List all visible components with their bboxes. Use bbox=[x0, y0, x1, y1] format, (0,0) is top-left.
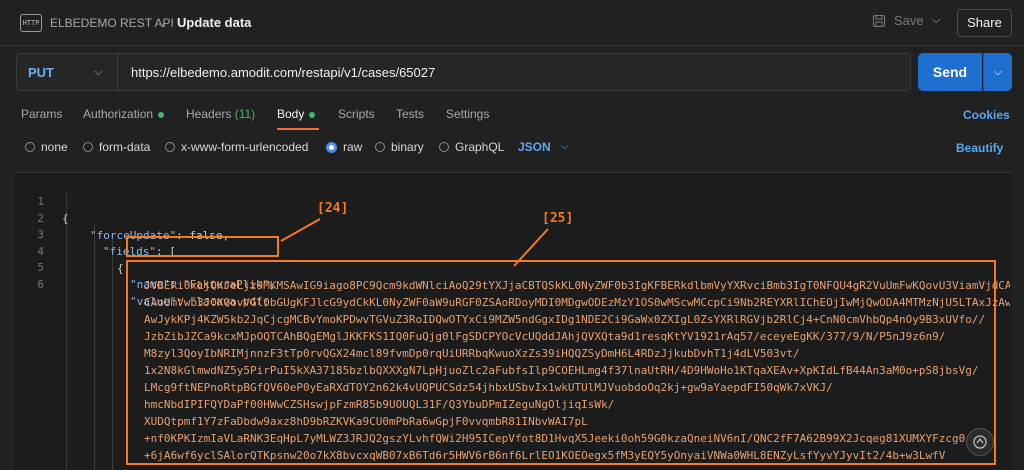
ai-assistant-button[interactable] bbox=[966, 428, 994, 456]
annotation-leaders bbox=[280, 218, 549, 267]
sparkle-icon bbox=[973, 435, 987, 449]
